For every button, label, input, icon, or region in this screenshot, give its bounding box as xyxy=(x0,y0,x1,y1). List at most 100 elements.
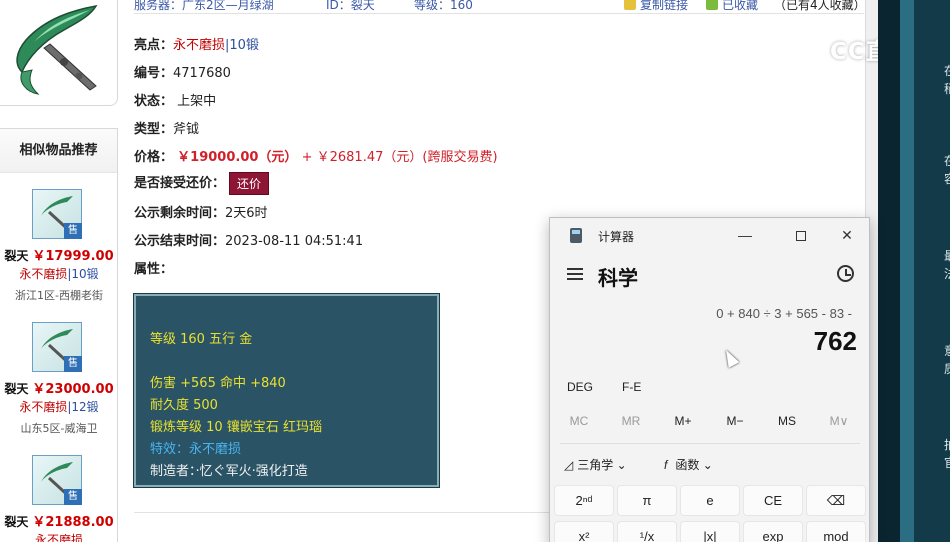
recommended-item-icon[interactable]: 售 xyxy=(32,189,82,239)
recommended-item-title[interactable]: 裂天 ￥23000.00 xyxy=(0,378,118,397)
recommended-item-server: 山东5区-威海卫 xyxy=(20,422,98,435)
attr-line: 伤害 +565 命中 +840 xyxy=(150,376,286,391)
status-row: 状态： 上架中 xyxy=(134,94,217,109)
maximize-button[interactable] xyxy=(787,224,815,246)
item-info-bar: 服务器：广东2区—月绿湖 ID：裂天 等级：160 复制链接 已收藏 （已有4人… xyxy=(134,0,866,14)
calculator-titlebar[interactable]: 计算器 — ✕ xyxy=(550,218,869,252)
recommended-item-server: 浙江1区-西棚老街 xyxy=(15,289,103,302)
favorite-icon xyxy=(706,0,718,10)
background-window-strip xyxy=(878,0,950,542)
result-display: 762 xyxy=(813,326,857,356)
favorite-button[interactable]: 已收藏 xyxy=(706,0,758,13)
remaining-time-row: 公示剩余时间：2天6时 xyxy=(134,206,268,221)
calculator-app-icon xyxy=(570,228,582,243)
backspace-icon: ⌫ xyxy=(826,493,846,508)
mod-key[interactable]: mod xyxy=(806,521,866,542)
recommended-item-attrs: 永不磨损 xyxy=(34,533,83,542)
maximize-icon xyxy=(796,231,806,241)
function-dropdown[interactable]: f 函数 ⌄ xyxy=(664,456,713,473)
cc-logo-icon xyxy=(796,34,828,66)
price-row: 价格： ￥19000.00（元） + ￥2681.47（元）(跨服交易费) xyxy=(134,150,498,165)
recommended-item-attrs: 永不磨损|12锻 xyxy=(19,400,99,414)
square-key[interactable]: x² xyxy=(554,521,614,542)
strip-text: 意 xyxy=(944,342,950,359)
close-icon: ✕ xyxy=(841,227,853,243)
memory-recall-button[interactable]: MR xyxy=(605,414,657,428)
second-function-key[interactable]: 2ⁿᵈ xyxy=(554,485,614,516)
bargain-row: 是否接受还价： 还价 xyxy=(134,172,270,195)
similar-items-sidebar: 相似物品推荐 售 裂天 ￥17999.00 永不磨损|10锻 浙江1区-西棚老街 … xyxy=(0,128,118,542)
reciprocal-key[interactable]: ¹/x xyxy=(617,521,677,542)
attributes-label: 属性： xyxy=(134,262,174,277)
strip-panel xyxy=(900,0,914,542)
attr-line: 耐久度 500 xyxy=(150,398,218,413)
recommended-item-attrs: 永不磨损|10锻 xyxy=(19,267,99,281)
backspace-key[interactable]: ⌫ xyxy=(806,485,866,516)
clear-entry-key[interactable]: CE xyxy=(743,485,803,516)
type-row: 类型：斧钺 xyxy=(134,122,200,137)
minimize-button[interactable]: — xyxy=(731,224,759,246)
level-label: 等级：160 xyxy=(414,0,473,12)
close-button[interactable]: ✕ xyxy=(833,224,861,246)
strip-text: 官 xyxy=(944,454,950,471)
recommended-item-icon[interactable]: 售 xyxy=(32,455,82,505)
price-value: ￥19000.00（元） xyxy=(177,150,298,165)
attributes-panel: 等级 160 五行 金 伤害 +565 命中 +840 耐久度 500 锻炼等级… xyxy=(133,293,440,488)
attr-line: 特效：永不磨损 xyxy=(150,442,242,457)
expression-display: 0 + 840 ÷ 3 + 565 - 83 - xyxy=(716,306,852,321)
strip-text: 在 xyxy=(944,62,950,79)
memory-add-button[interactable]: M+ xyxy=(657,414,709,428)
highlight-row: 亮点：永不磨损|10锻 xyxy=(134,38,259,53)
pi-key[interactable]: π xyxy=(617,485,677,516)
chevron-down-icon: ⌄ xyxy=(616,458,627,472)
calculator-window[interactable]: 计算器 — ✕ 科学 0 + 840 ÷ 3 + 565 - 83 - 762 … xyxy=(549,217,870,542)
memory-clear-button[interactable]: MC xyxy=(553,414,605,428)
strip-text: 法 xyxy=(944,265,950,282)
angle-unit-button[interactable]: DEG xyxy=(567,380,593,394)
sale-badge: 售 xyxy=(64,489,82,505)
window-title: 计算器 xyxy=(598,230,635,244)
item-blade-icon xyxy=(16,4,98,95)
copy-link-button[interactable]: 复制链接 xyxy=(624,0,688,13)
item-thumbnail xyxy=(0,0,118,106)
strip-text: 稍 xyxy=(944,80,950,97)
attr-line: 等级 160 五行 金 xyxy=(150,332,253,347)
server-label: 服务器：广东2区—月绿湖 xyxy=(134,0,274,12)
recommended-item-title[interactable]: 裂天 ￥21888.00 xyxy=(0,511,118,530)
hamburger-icon[interactable] xyxy=(567,268,583,280)
minimize-icon: — xyxy=(738,227,752,243)
strip-panel xyxy=(878,0,900,542)
strip-text: 在 xyxy=(944,152,950,169)
memory-subtract-button[interactable]: M− xyxy=(709,414,761,428)
sale-badge: 售 xyxy=(64,223,82,239)
fee-value: ￥2681.47（元）(跨服交易费) xyxy=(316,150,498,165)
sidebar-title: 相似物品推荐 xyxy=(0,129,117,173)
exp-key[interactable]: exp xyxy=(743,521,803,542)
favorites-count: （已有4人收藏） xyxy=(774,0,866,12)
serial-row: 编号：4717680 xyxy=(134,66,231,81)
trig-dropdown[interactable]: ◿ 三角学 ⌄ xyxy=(564,456,627,473)
divider xyxy=(560,443,860,444)
strip-text: 最 xyxy=(944,247,950,264)
memory-store-button[interactable]: MS xyxy=(761,414,813,428)
attr-line: 制造者：·忆ぐ军火·强化打造 xyxy=(150,464,308,479)
history-icon[interactable] xyxy=(837,265,854,282)
function-icon: f xyxy=(664,458,668,472)
chevron-down-icon: ⌄ xyxy=(702,458,713,472)
triangle-icon: ◿ xyxy=(564,458,574,472)
copy-link-icon xyxy=(624,0,636,10)
id-label: ID：裂天 xyxy=(326,0,375,12)
attr-line: 锻炼等级 10 镶嵌宝石 红玛瑙 xyxy=(150,420,322,435)
sale-badge: 售 xyxy=(64,356,82,372)
absolute-value-key[interactable]: |x| xyxy=(680,521,740,542)
calculator-mode: 科学 xyxy=(598,268,638,290)
bargain-button[interactable]: 还价 xyxy=(229,172,270,195)
memory-list-button[interactable]: M∨ xyxy=(813,414,865,428)
recommended-item-title[interactable]: 裂天 ￥17999.00 xyxy=(0,245,118,264)
e-key[interactable]: e xyxy=(680,485,740,516)
strip-text: 拍 xyxy=(944,436,950,453)
end-time-row: 公示结束时间：2023-08-11 04:51:41 xyxy=(134,234,364,249)
recommended-item-icon[interactable]: 售 xyxy=(32,322,82,372)
fe-button[interactable]: F-E xyxy=(622,380,641,394)
strip-text: 容 xyxy=(944,170,950,187)
